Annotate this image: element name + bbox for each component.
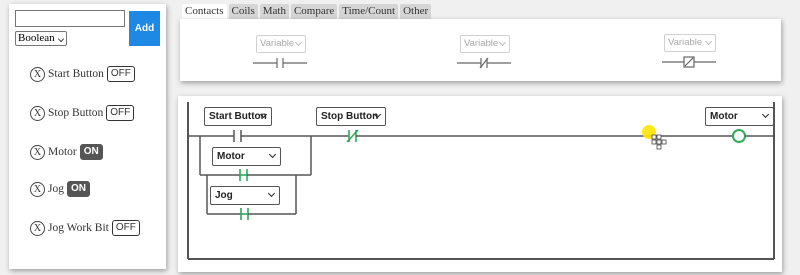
palette-select-placeholder: Variable bbox=[668, 37, 703, 48]
jog-branch-contact-icon[interactable] bbox=[240, 208, 249, 220]
instruction-palette: Variable Variable Variable bbox=[180, 19, 781, 81]
normally-open-contact-icon[interactable] bbox=[253, 58, 307, 68]
variable-name-input[interactable] bbox=[15, 10, 125, 27]
variable-row: X Jog ON bbox=[30, 180, 90, 198]
stop-button-select[interactable]: Stop Button bbox=[316, 107, 386, 126]
instruction-tabs: Contacts Coils Math Compare Time/Count O… bbox=[182, 4, 433, 19]
variables-panel: Boolean Add X Start Button OFF X Stop Bu… bbox=[9, 4, 166, 269]
rung-select-value: Stop Button bbox=[321, 111, 379, 122]
chevron-down-icon bbox=[267, 189, 276, 198]
move-cursor-icon bbox=[651, 134, 667, 150]
palette-variable-select[interactable]: Variable bbox=[256, 35, 306, 53]
delete-variable-icon[interactable]: X bbox=[30, 66, 45, 82]
variable-row: X Jog Work Bit OFF bbox=[30, 219, 140, 237]
nc-boxed-contact-icon[interactable] bbox=[662, 56, 716, 68]
start-button-select[interactable]: Start Button bbox=[204, 107, 272, 126]
motor-coil-icon[interactable] bbox=[732, 129, 746, 143]
motor-branch-select[interactable]: Motor bbox=[212, 147, 281, 166]
variable-row: X Start Button OFF bbox=[30, 65, 135, 83]
tab-contacts[interactable]: Contacts bbox=[182, 4, 227, 19]
normally-closed-contact-icon[interactable] bbox=[457, 57, 511, 69]
tab-compare[interactable]: Compare bbox=[290, 4, 338, 19]
tab-math[interactable]: Math bbox=[259, 4, 289, 19]
jog-branch-select[interactable]: Jog bbox=[210, 186, 280, 205]
tab-other[interactable]: Other bbox=[400, 4, 432, 19]
variable-name: Motor bbox=[48, 146, 77, 158]
start-button-contact-icon[interactable] bbox=[233, 130, 242, 142]
delete-variable-icon[interactable]: X bbox=[30, 220, 45, 236]
delete-variable-icon[interactable]: X bbox=[30, 144, 45, 160]
rung-select-value: Jog bbox=[215, 190, 233, 201]
variable-row: X Stop Button OFF bbox=[30, 104, 135, 122]
variable-name: Jog Work Bit bbox=[48, 222, 109, 234]
chevron-down-icon bbox=[58, 36, 64, 42]
delete-variable-icon[interactable]: X bbox=[30, 181, 45, 197]
variable-state-toggle[interactable]: ON bbox=[79, 144, 103, 160]
rung-select-value: Motor bbox=[710, 111, 738, 122]
rung-select-value: Motor bbox=[217, 151, 245, 162]
variable-type-select[interactable]: Boolean bbox=[15, 31, 67, 46]
variable-row: X Motor ON bbox=[30, 143, 103, 161]
tab-coils[interactable]: Coils bbox=[228, 4, 258, 19]
palette-variable-select[interactable]: Variable bbox=[460, 35, 510, 53]
chevron-down-icon bbox=[268, 150, 277, 159]
chevron-down-icon bbox=[761, 110, 770, 119]
variable-type-value: Boolean bbox=[18, 32, 55, 44]
variable-state-toggle[interactable]: OFF bbox=[106, 66, 135, 82]
chevron-down-icon bbox=[498, 38, 507, 47]
delete-variable-icon[interactable]: X bbox=[30, 105, 45, 121]
rung-select-value: Start Button bbox=[209, 111, 267, 122]
variable-state-toggle[interactable]: ON bbox=[66, 181, 90, 197]
palette-select-placeholder: Variable bbox=[260, 38, 295, 49]
tab-time-count[interactable]: Time/Count bbox=[339, 4, 399, 19]
chevron-down-icon bbox=[294, 38, 303, 47]
variable-state-toggle[interactable]: OFF bbox=[106, 105, 135, 121]
variable-name: Start Button bbox=[48, 68, 104, 80]
chevron-down-icon bbox=[704, 37, 713, 46]
palette-select-placeholder: Variable bbox=[464, 38, 499, 49]
ladder-editor: Start Button Stop Button Motor Motor Jog bbox=[178, 96, 782, 272]
variable-name: Jog bbox=[48, 183, 64, 195]
add-variable-button[interactable]: Add bbox=[129, 11, 160, 46]
variable-name: Stop Button bbox=[48, 107, 104, 119]
variable-state-toggle[interactable]: OFF bbox=[111, 220, 140, 236]
motor-coil-select[interactable]: Motor bbox=[705, 107, 774, 126]
palette-variable-select[interactable]: Variable bbox=[664, 34, 716, 52]
motor-branch-contact-icon[interactable] bbox=[239, 169, 248, 181]
